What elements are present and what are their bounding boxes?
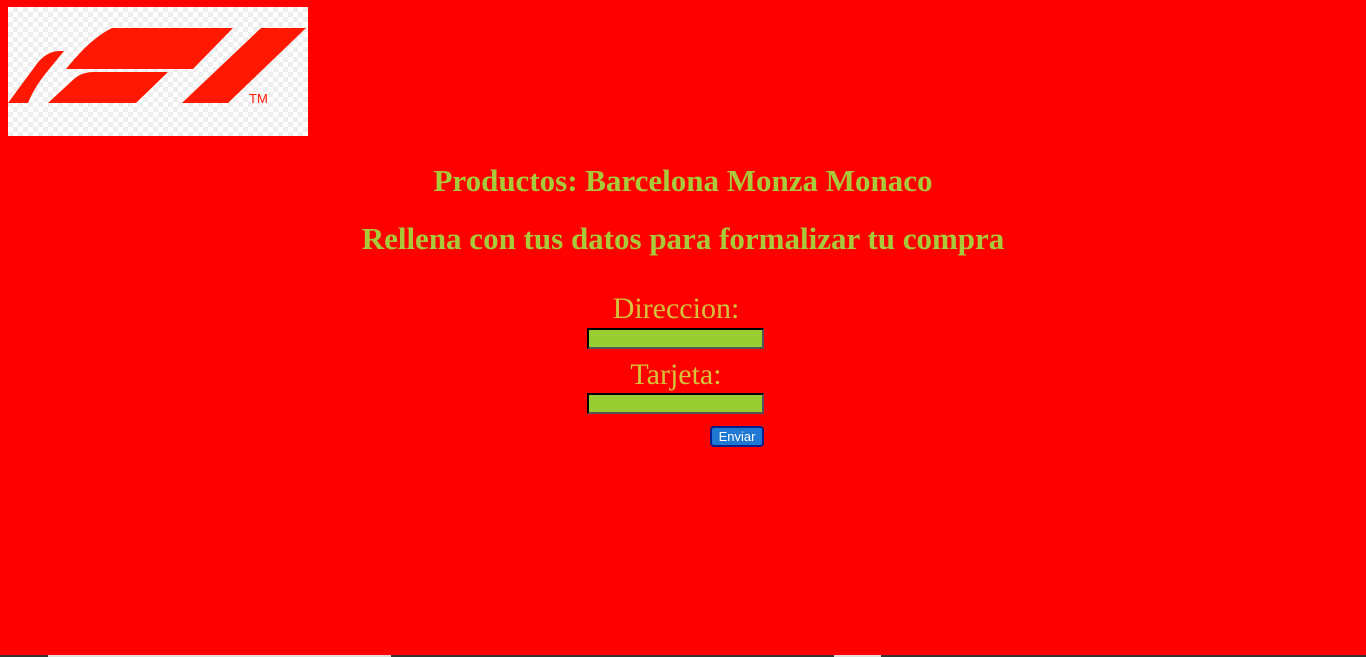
submit-button[interactable]: Enviar	[710, 426, 764, 447]
f1-logo: TM	[8, 7, 308, 136]
card-input[interactable]	[587, 393, 764, 414]
card-label: Tarjeta:	[630, 358, 722, 391]
address-input[interactable]	[587, 328, 764, 349]
products-heading: Productos: Barcelona Monza Monaco	[433, 163, 933, 198]
address-label: Direccion:	[612, 292, 740, 325]
instructions-heading: Rellena con tus datos para formalizar tu…	[361, 221, 1005, 256]
f1-logo-icon: TM	[8, 28, 306, 106]
trademark-text: TM	[249, 91, 268, 106]
